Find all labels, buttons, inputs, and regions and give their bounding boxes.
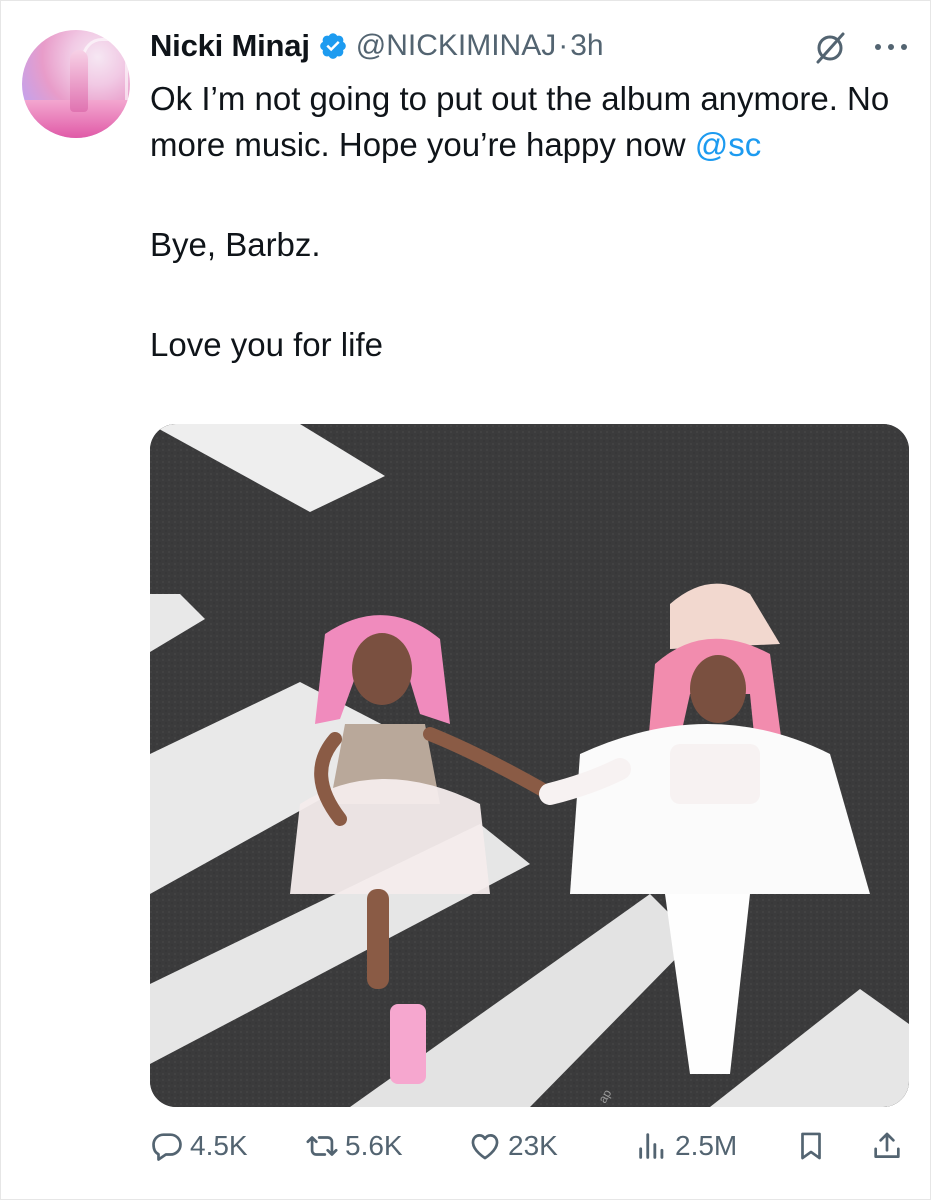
timestamp[interactable]: 3h [570, 29, 603, 63]
views-button[interactable]: 2.5M [635, 1122, 737, 1170]
share-button[interactable] [870, 1122, 910, 1170]
mention-link[interactable]: @sc [695, 126, 762, 163]
views-count: 2.5M [675, 1130, 738, 1161]
retweet-count: 5.6K [345, 1130, 403, 1161]
bookmark-icon [801, 1132, 821, 1160]
grok-icon[interactable] [812, 30, 848, 66]
avatar-figure [70, 50, 88, 112]
reply-button[interactable]: 4.5K [150, 1122, 248, 1170]
tweet-text: Ok I’m not going to put out the album an… [150, 76, 910, 368]
tweet-actions: 4.5K 5.6K 23K 2.5M [150, 1122, 910, 1170]
like-button[interactable]: 23K [468, 1122, 558, 1170]
tweet-text-main: Ok I’m not going to put out the album an… [150, 80, 890, 163]
verified-badge-icon [319, 33, 346, 59]
tweet-paragraph-2: Bye, Barbz. [150, 226, 321, 263]
reply-count: 4.5K [190, 1130, 248, 1161]
tweet-header: Nicki Minaj @NICKIMINAJ · 3h [150, 24, 604, 68]
retweet-icon [306, 1136, 338, 1156]
like-count: 23K [508, 1130, 558, 1161]
bookmark-button[interactable] [794, 1122, 834, 1170]
reply-icon [152, 1133, 182, 1161]
author-name[interactable]: Nicki Minaj [150, 28, 310, 64]
avatar[interactable] [22, 30, 130, 138]
author-handle[interactable]: @NICKIMINAJ [356, 29, 556, 63]
media-photo: ap [150, 424, 909, 1107]
tweet-media-image[interactable]: ap [150, 424, 909, 1107]
tweet-paragraph-3: Love you for life [150, 326, 383, 363]
share-icon [874, 1132, 900, 1158]
more-icon[interactable] [870, 38, 912, 56]
like-icon [471, 1134, 499, 1160]
retweet-button[interactable]: 5.6K [305, 1122, 403, 1170]
tweet-paragraph-1: Ok I’m not going to put out the album an… [150, 76, 910, 168]
views-icon [639, 1133, 664, 1159]
separator-dot: · [558, 29, 569, 62]
